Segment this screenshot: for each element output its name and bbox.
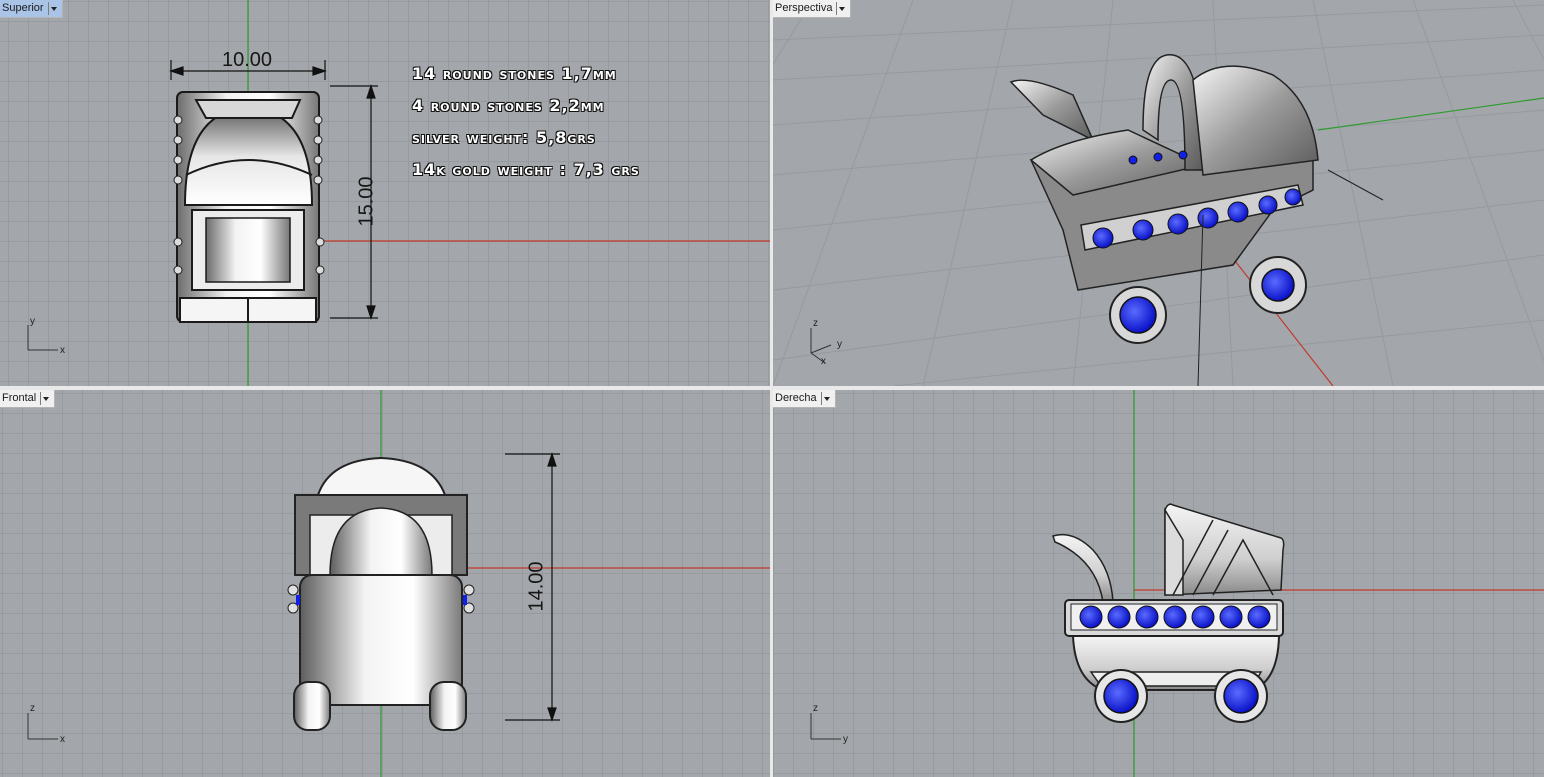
- stroller-perspective: [1009, 54, 1319, 344]
- viewport-tab-front[interactable]: Frontal: [0, 390, 56, 408]
- chevron-down-icon[interactable]: [820, 392, 832, 405]
- axis-y-label: y: [837, 339, 842, 350]
- dimension-height: 15.00: [355, 176, 378, 227]
- axis-z-label: z: [30, 703, 35, 714]
- dimension-height: 14.00: [525, 561, 548, 612]
- stroller-right-view: [1052, 503, 1285, 723]
- viewport-tab-top[interactable]: Superior: [0, 0, 63, 18]
- front-view-scene: z x: [27, 390, 770, 777]
- viewport-label: Perspectiva: [775, 2, 833, 14]
- note-line: 14 round stones 1,7mm: [412, 64, 617, 83]
- axis-indicator: [27, 713, 58, 740]
- stroller-top-view: [173, 91, 325, 323]
- dimension-width: 10.00: [222, 49, 273, 71]
- axis-x-label: x: [821, 356, 826, 367]
- perspective-scene: z y x: [773, 0, 1544, 386]
- stroller-front-view: [287, 456, 475, 731]
- y-axis-line: [1317, 97, 1544, 131]
- note-line: 14k gold weight : 7,3 grs: [412, 160, 640, 179]
- stone-notes: 14 round stones 1,7mm 4 round stones 2,2…: [412, 62, 640, 190]
- viewport-top[interactable]: Superior y x 10.00 15.00 14 round stones…: [0, 0, 770, 386]
- top-view-scene: y x: [27, 0, 770, 386]
- axis-y-label: y: [30, 316, 35, 327]
- note-line: 4 round stones 2,2mm: [412, 96, 605, 115]
- axis-y-label: y: [843, 734, 848, 745]
- chevron-down-icon[interactable]: [836, 2, 847, 15]
- viewport-label: Derecha: [775, 392, 817, 404]
- axis-z-label: z: [813, 703, 818, 714]
- axis-x-label: x: [60, 734, 65, 745]
- viewport-tab-right[interactable]: Derecha: [773, 390, 836, 408]
- viewport-right[interactable]: Derecha z y: [773, 390, 1544, 777]
- viewport-tab-perspective[interactable]: Perspectiva: [773, 0, 852, 18]
- chevron-down-icon[interactable]: [47, 2, 59, 15]
- right-view-scene: z y: [810, 390, 1544, 777]
- note-line: silver weight: 5,8grs: [412, 128, 596, 147]
- viewport-front[interactable]: Frontal z x 14.00: [0, 390, 770, 777]
- viewport-label: Superior: [2, 2, 44, 14]
- viewport-label: Frontal: [2, 392, 37, 404]
- axis-indicator: [810, 713, 841, 740]
- axis-z-label: z: [813, 318, 818, 329]
- axis-x-label: x: [60, 345, 65, 356]
- viewport-perspective[interactable]: Perspectiva z y x: [773, 0, 1544, 386]
- chevron-down-icon[interactable]: [40, 392, 51, 405]
- axis-indicator: [27, 325, 58, 351]
